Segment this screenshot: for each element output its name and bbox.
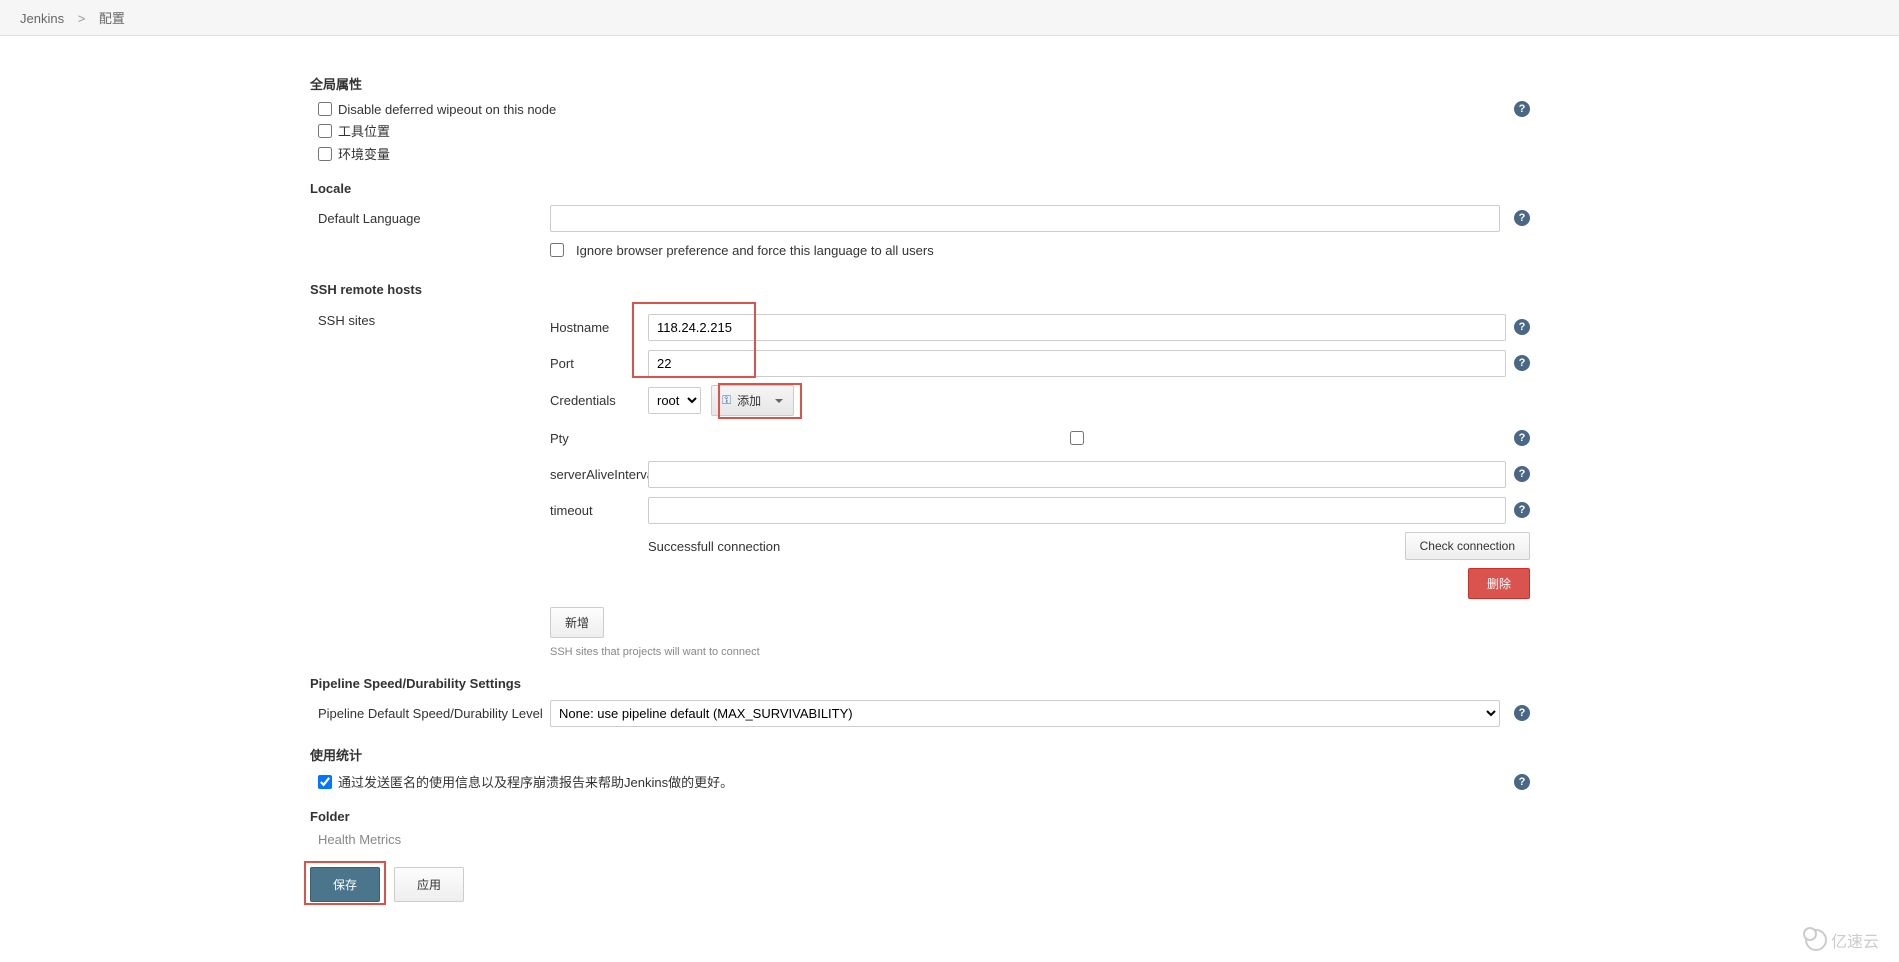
input-hostname[interactable] [648, 314, 1506, 341]
input-default-language[interactable] [550, 205, 1500, 232]
help-icon[interactable]: ? [1514, 430, 1530, 446]
label-pty: Pty [550, 431, 648, 446]
label-server-alive-interval: serverAliveInterval [550, 467, 648, 482]
label-tool-locations: 工具位置 [338, 121, 390, 140]
checkbox-ignore-browser[interactable] [550, 243, 564, 257]
breadcrumb-root[interactable]: Jenkins [20, 11, 64, 26]
help-icon[interactable]: ? [1514, 210, 1530, 226]
label-default-language: Default Language [310, 211, 550, 226]
check-connection-button[interactable]: Check connection [1405, 532, 1530, 560]
input-timeout[interactable] [648, 497, 1506, 524]
label-hostname: Hostname [550, 320, 648, 335]
select-pipeline-level[interactable]: None: use pipeline default (MAX_SURVIVAB… [550, 700, 1500, 727]
connection-status: Successfull connection [648, 539, 780, 554]
section-pipeline: Pipeline Speed/Durability Settings [310, 676, 1530, 691]
help-icon[interactable]: ? [1514, 705, 1530, 721]
section-ssh-remote-hosts: SSH remote hosts [310, 282, 1530, 297]
checkbox-pty[interactable] [1070, 431, 1084, 445]
label-ssh-sites: SSH sites [310, 305, 550, 328]
breadcrumb-separator: > [78, 11, 86, 26]
add-label: 添加 [737, 392, 761, 409]
help-icon[interactable]: ? [1514, 101, 1530, 117]
apply-button[interactable]: 应用 [394, 867, 464, 902]
checkbox-disable-wipeout[interactable] [318, 102, 332, 116]
select-credentials[interactable]: root [648, 387, 701, 414]
help-icon[interactable]: ? [1514, 502, 1530, 518]
delete-button[interactable]: 删除 [1468, 568, 1530, 599]
help-icon[interactable]: ? [1514, 466, 1530, 482]
breadcrumb-page[interactable]: 配置 [99, 11, 125, 26]
label-usage-stats: 通过发送匿名的使用信息以及程序崩溃报告来帮助Jenkins做的更好。 [338, 772, 733, 791]
label-credentials: Credentials [550, 393, 648, 408]
input-server-alive-interval[interactable] [648, 461, 1506, 488]
section-usage-stats: 使用统计 [310, 745, 1530, 764]
section-folder: Folder [310, 809, 1530, 824]
label-port: Port [550, 356, 648, 371]
section-locale: Locale [310, 181, 1530, 196]
help-icon[interactable]: ? [1514, 774, 1530, 790]
breadcrumb: Jenkins > 配置 [0, 0, 1899, 36]
label-disable-wipeout: Disable deferred wipeout on this node [338, 102, 556, 117]
label-timeout: timeout [550, 503, 648, 518]
help-icon[interactable]: ? [1514, 355, 1530, 371]
label-health-metrics: Health Metrics [318, 832, 1530, 847]
label-env-vars: 环境变量 [338, 144, 390, 163]
help-icon[interactable]: ? [1514, 319, 1530, 335]
label-pipeline-level: Pipeline Default Speed/Durability Level [310, 706, 550, 721]
watermark-text: 亿速云 [1831, 928, 1879, 952]
label-ignore-browser: Ignore browser preference and force this… [576, 243, 934, 258]
ssh-description: SSH sites that projects will want to con… [550, 646, 1530, 658]
section-global-properties: 全局属性 [310, 74, 1530, 93]
watermark-icon [1805, 929, 1827, 951]
new-ssh-site-button[interactable]: 新增 [550, 607, 604, 638]
key-icon: ⚿ [722, 393, 731, 408]
save-button[interactable]: 保存 [310, 867, 380, 902]
watermark: 亿速云 [1805, 928, 1879, 952]
input-port[interactable] [648, 350, 1506, 377]
checkbox-tool-locations[interactable] [318, 124, 332, 138]
checkbox-env-vars[interactable] [318, 147, 332, 161]
checkbox-usage-stats[interactable] [318, 775, 332, 789]
add-credentials-button[interactable]: ⚿ 添加 [711, 385, 794, 416]
